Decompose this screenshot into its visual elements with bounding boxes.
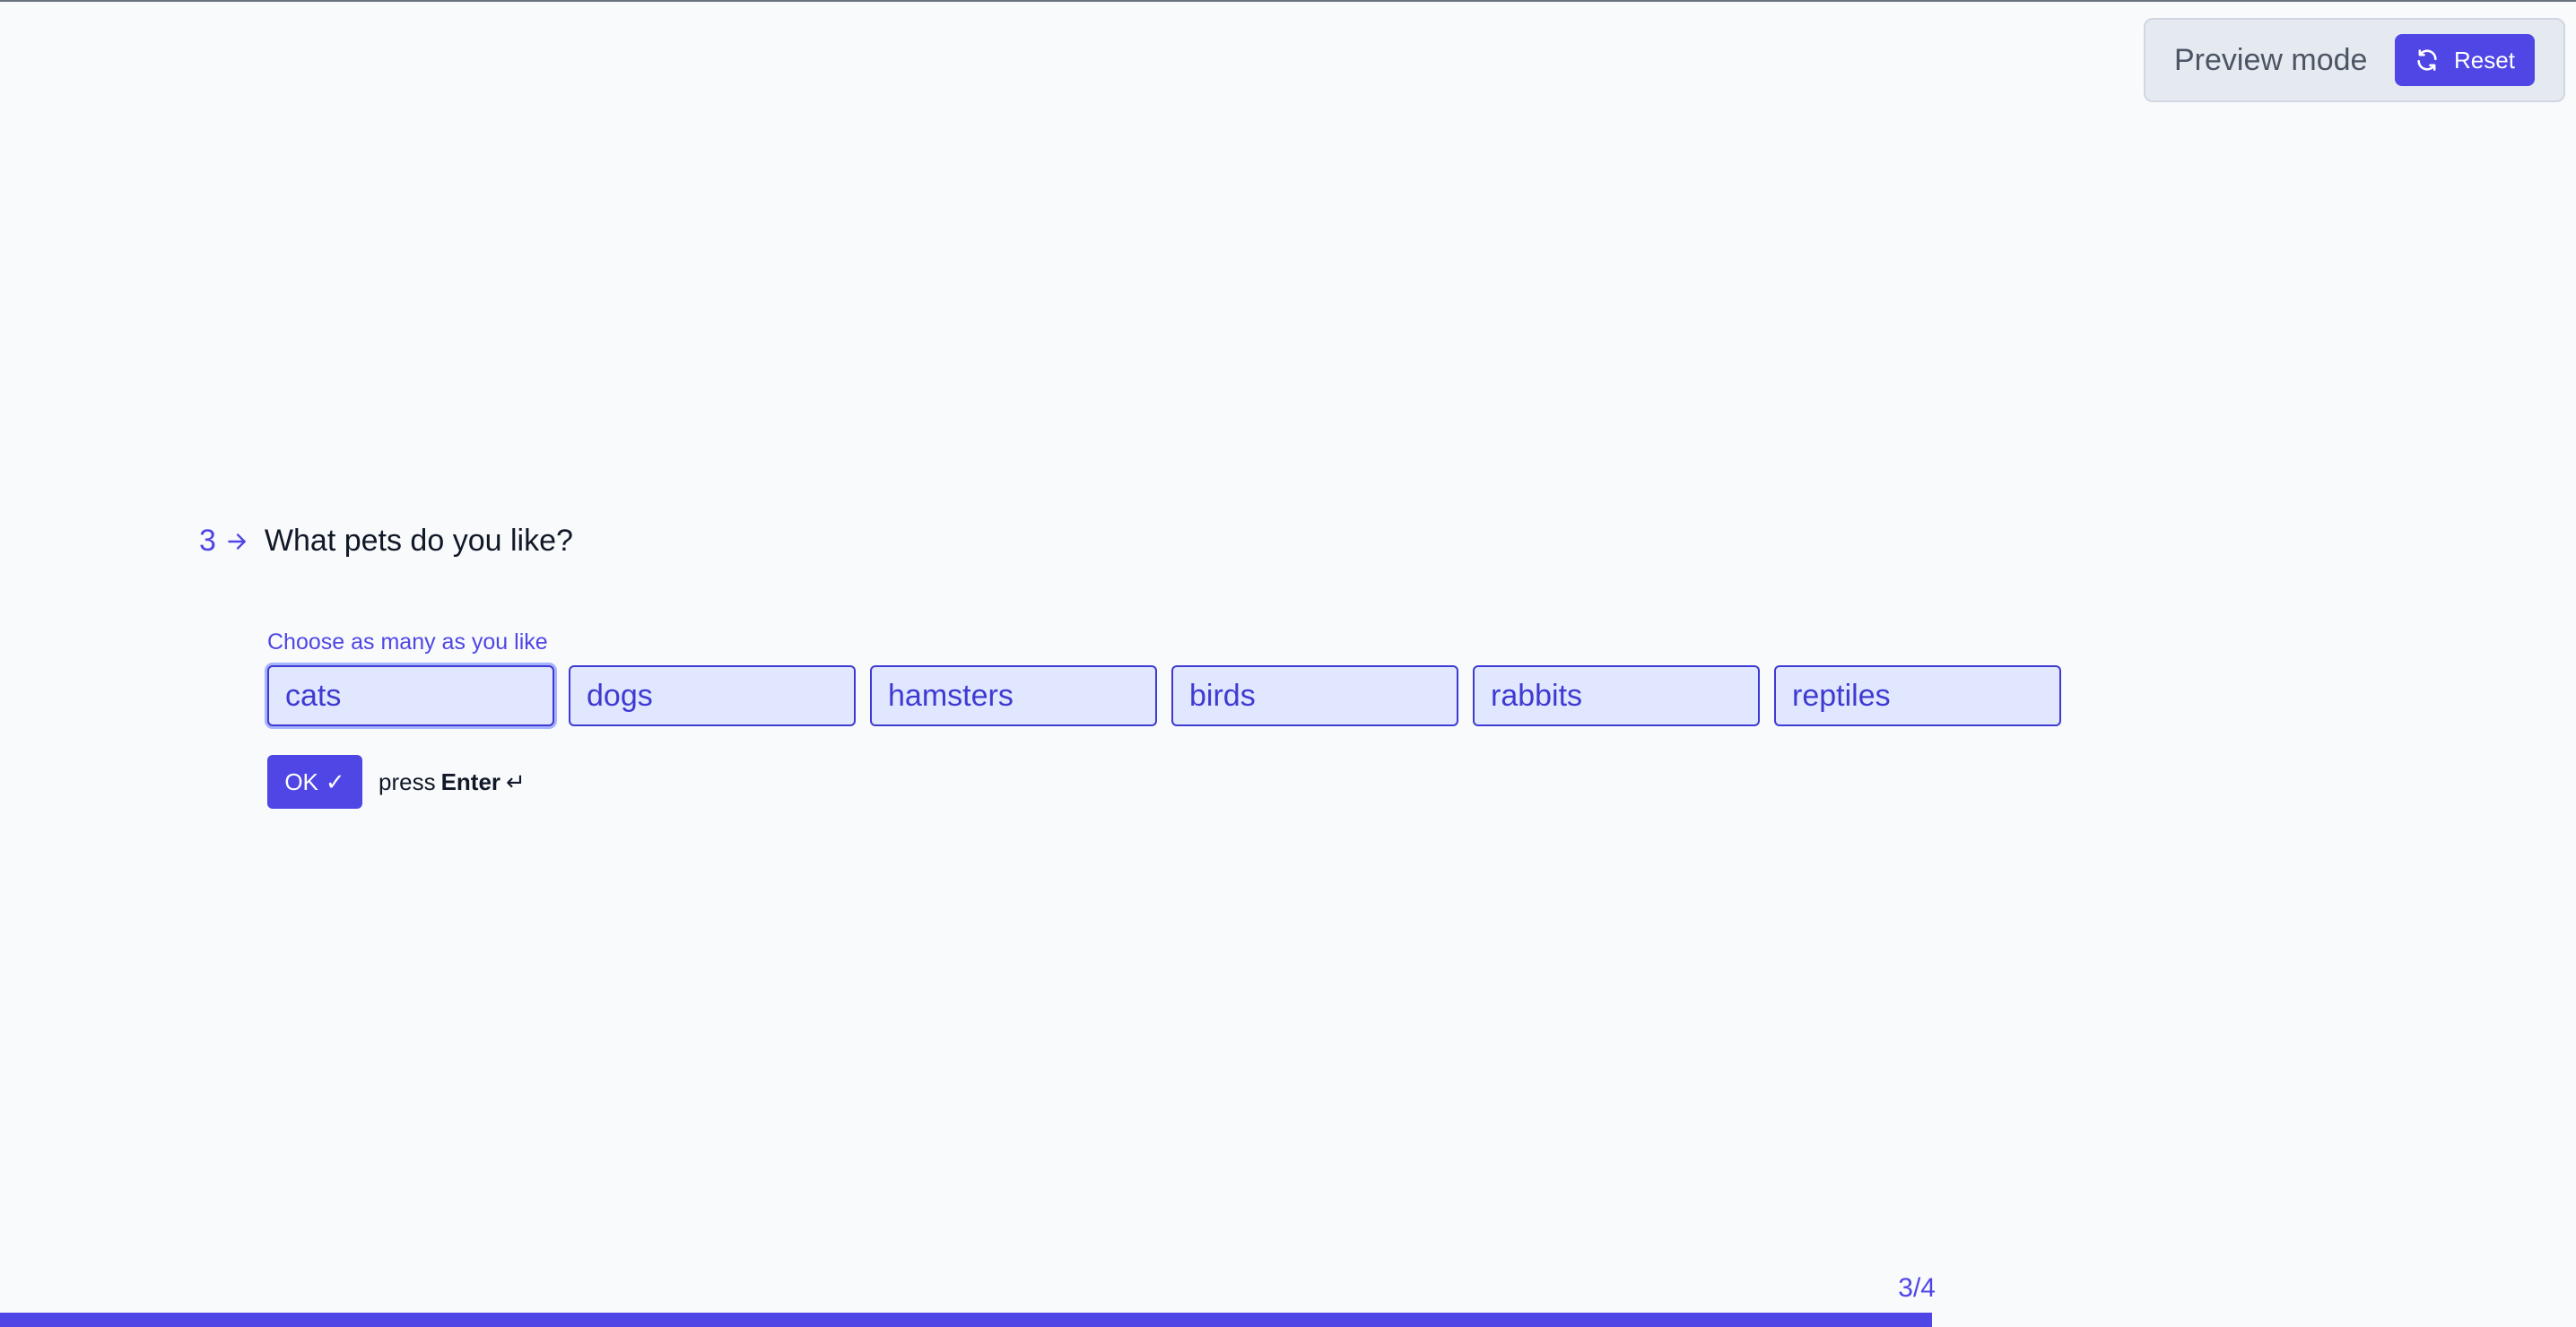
preview-banner: Preview mode Reset	[2144, 18, 2565, 102]
question-header: 3 What pets do you like?	[199, 524, 573, 559]
preview-mode-label: Preview mode	[2174, 42, 2368, 77]
option-dogs[interactable]: dogs	[569, 665, 856, 726]
reset-button-label: Reset	[2454, 46, 2515, 74]
ok-button-label: OK	[284, 768, 318, 795]
option-rabbits[interactable]: rabbits	[1473, 665, 1760, 726]
ok-button[interactable]: OK ✓	[267, 755, 362, 809]
option-hamsters[interactable]: hamsters	[870, 665, 1157, 726]
press-text: press	[379, 768, 436, 795]
check-icon: ✓	[325, 768, 345, 795]
choice-hint: Choose as many as you like	[267, 629, 548, 655]
progress-bar-fill	[0, 1313, 1932, 1327]
question-number: 3	[199, 524, 216, 558]
actions: OK ✓ press Enter ↵	[267, 755, 526, 809]
arrow-right-icon	[225, 530, 248, 553]
option-reptiles[interactable]: reptiles	[1774, 665, 2061, 726]
question-title: What pets do you like?	[264, 524, 573, 558]
reset-button[interactable]: Reset	[2395, 34, 2535, 86]
option-cats[interactable]: cats	[267, 665, 554, 726]
progress-bar	[0, 1313, 2576, 1327]
enter-key-label: Enter	[440, 768, 501, 795]
option-list: cats dogs hamsters birds rabbits reptile…	[267, 665, 2061, 726]
press-enter-hint: press Enter ↵	[379, 768, 526, 796]
refresh-icon	[2417, 49, 2437, 71]
option-birds[interactable]: birds	[1171, 665, 1458, 726]
enter-key-icon: ↵	[506, 768, 526, 795]
progress-label: 3/4	[1898, 1273, 1936, 1303]
